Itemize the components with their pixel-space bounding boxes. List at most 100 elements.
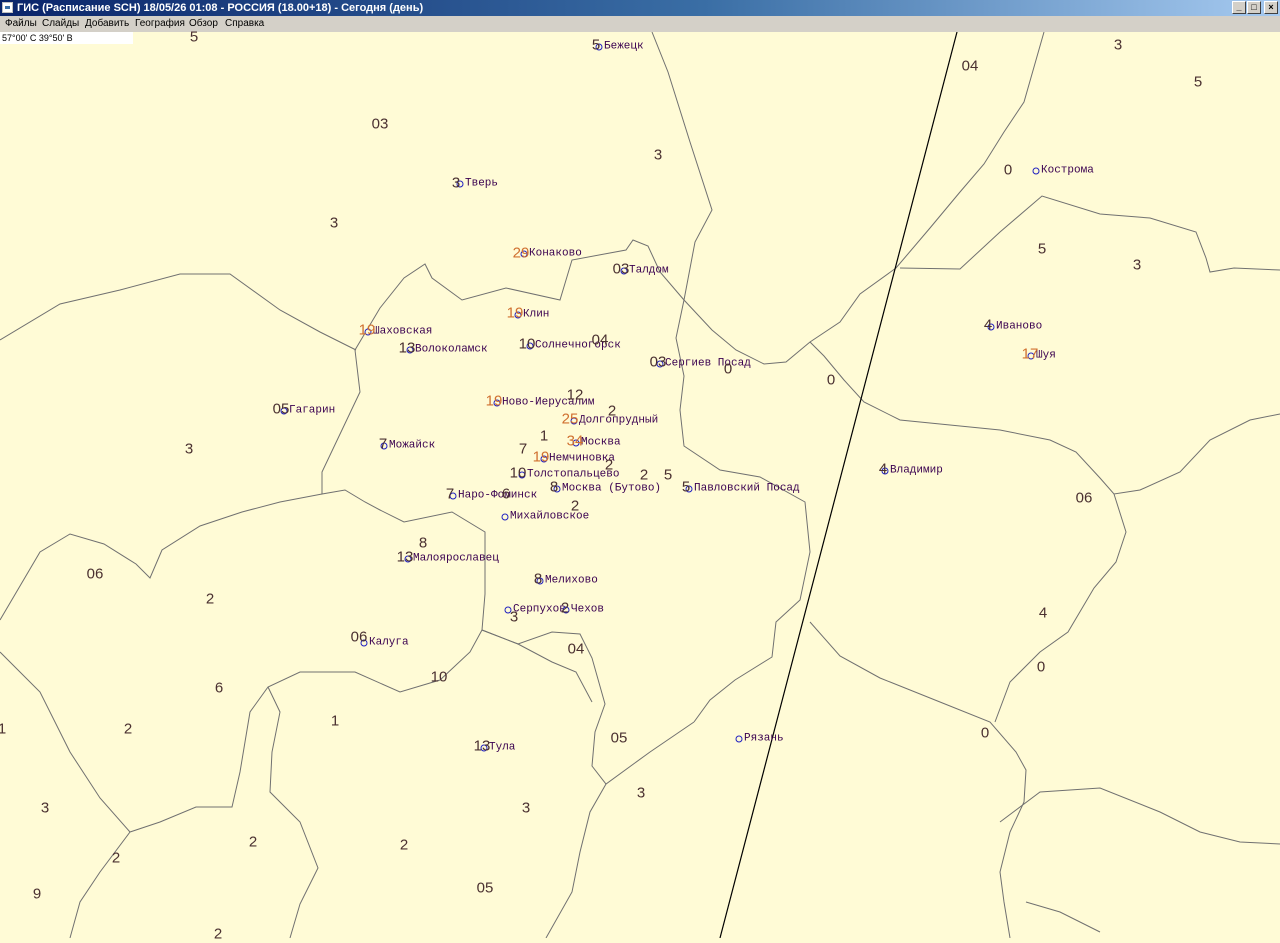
city-label[interactable]: Долгопрудный	[579, 415, 658, 427]
region-value: 4	[878, 460, 888, 478]
region-value: 6	[214, 679, 224, 697]
city-label[interactable]: Талдом	[629, 265, 669, 277]
city-marker[interactable]	[735, 735, 743, 743]
region-value: 0	[1036, 658, 1046, 676]
city-label[interactable]: Можайск	[389, 440, 435, 452]
app-icon[interactable]	[2, 2, 13, 13]
city-label[interactable]: Владимир	[890, 465, 943, 477]
border-yaroslavl-east	[899, 195, 1280, 273]
region-value: 13	[398, 339, 416, 357]
city-label[interactable]: Чехов	[571, 604, 604, 616]
region-value: 05	[610, 729, 628, 747]
region-value: 4	[1038, 604, 1048, 622]
city-marker[interactable]	[501, 513, 509, 521]
menu-add[interactable]: Добавить	[84, 16, 130, 32]
title-bar[interactable]: ГИС (Расписание SCH) 18/05/26 01:08 - РО…	[0, 0, 1280, 16]
region-value: 03	[371, 115, 389, 133]
region-value: 8	[533, 570, 543, 588]
border-vladimir-east	[994, 493, 1127, 723]
region-value: 4	[983, 316, 993, 334]
border-ryazan-east	[999, 787, 1280, 845]
city-label[interactable]: Бежецк	[604, 41, 644, 53]
region-value: 19	[532, 448, 550, 466]
region-value: 34	[566, 432, 584, 450]
city-label[interactable]: Шуя	[1036, 350, 1056, 362]
region-value: 06	[1075, 489, 1093, 507]
region-value: 3	[1132, 256, 1142, 274]
region-value: 2	[248, 833, 258, 851]
city-label[interactable]: Сергиев Посад	[665, 358, 751, 370]
region-value: 06	[86, 565, 104, 583]
map-canvas[interactable]: Бежецк Тверь Кострома Конаково Талдом Клин Шах…	[0, 30, 1280, 942]
region-value: 2	[560, 599, 570, 617]
city-label[interactable]: Клин	[523, 309, 549, 321]
city-label[interactable]: Малоярославец	[413, 553, 499, 565]
menu-slides[interactable]: Слайды	[41, 16, 80, 32]
border-tver-north	[651, 32, 713, 301]
city-label[interactable]: Мелихово	[545, 575, 598, 587]
region-value: 13	[396, 548, 414, 566]
region-value: 04	[567, 640, 585, 658]
city-label[interactable]: Серпухов	[513, 604, 566, 616]
region-value: 1	[0, 720, 7, 738]
border-se-lower	[1025, 901, 1101, 933]
region-value: 17	[1021, 345, 1039, 363]
region-value: 5	[663, 466, 673, 484]
region-value: 3	[1113, 36, 1123, 54]
border-smolensk-south	[0, 493, 323, 621]
city-label[interactable]: Павловский Посад	[694, 483, 800, 495]
city-label[interactable]: Шаховская	[373, 326, 432, 338]
region-value: 2	[604, 456, 614, 474]
region-value: 2	[213, 925, 223, 943]
region-value: 04	[961, 57, 979, 75]
region-value: 3	[40, 799, 50, 817]
city-label[interactable]: Тула	[489, 742, 515, 754]
city-label[interactable]: Гагарин	[289, 405, 335, 417]
region-value: 0	[1003, 161, 1013, 179]
border-sw-lower	[69, 831, 131, 938]
city-label[interactable]: Кострома	[1041, 165, 1094, 177]
city-label[interactable]: Калуга	[369, 637, 409, 649]
region-value: 0	[980, 724, 990, 742]
city-label[interactable]: Иваново	[996, 321, 1042, 333]
region-value: 19	[485, 392, 503, 410]
menu-files[interactable]: Файлы	[4, 16, 38, 32]
city-label[interactable]: Наро-Фоминск	[458, 490, 537, 502]
region-value: 3	[521, 799, 531, 817]
city-label[interactable]: Тверь	[465, 178, 498, 190]
region-value: 2	[123, 720, 133, 738]
close-button[interactable]: ×	[1264, 1, 1278, 14]
minimize-button[interactable]: _	[1232, 1, 1246, 14]
menu-geography[interactable]: География	[134, 16, 186, 32]
menu-help[interactable]: Справка	[224, 16, 265, 32]
city-label[interactable]: Москва (Бутово)	[562, 483, 661, 495]
region-value: 1	[330, 712, 340, 730]
city-label[interactable]: Москва	[581, 437, 621, 449]
region-value: 25	[561, 410, 579, 428]
region-value: 19	[358, 321, 376, 339]
region-value: 5	[1193, 73, 1203, 91]
region-value: 29	[512, 244, 530, 262]
city-marker[interactable]	[1032, 167, 1040, 175]
border-oblast-tver-west	[0, 273, 357, 351]
border-yaroslavl	[683, 32, 1045, 365]
region-value: 1	[539, 427, 549, 445]
region-value: 05	[272, 400, 290, 418]
region-value: 12	[566, 386, 584, 404]
region-value: 2	[205, 590, 215, 608]
region-value: 04	[591, 331, 609, 349]
region-value: 2	[607, 402, 617, 420]
region-value: 3	[329, 214, 339, 232]
coordinates-readout: 57°00' С 39°50' В	[0, 32, 133, 44]
city-label[interactable]: Рязань	[744, 733, 784, 745]
maximize-button[interactable]: □	[1247, 1, 1261, 14]
region-value: 3	[184, 440, 194, 458]
region-value: 0	[826, 371, 836, 389]
region-value: 10	[430, 668, 448, 686]
region-value: 03	[649, 353, 667, 371]
region-value: 2	[639, 466, 649, 484]
city-label[interactable]: Волоколамск	[415, 344, 488, 356]
region-value: 8	[418, 534, 428, 552]
city-label[interactable]: Конаково	[529, 248, 582, 260]
border-tula-east	[545, 783, 607, 938]
